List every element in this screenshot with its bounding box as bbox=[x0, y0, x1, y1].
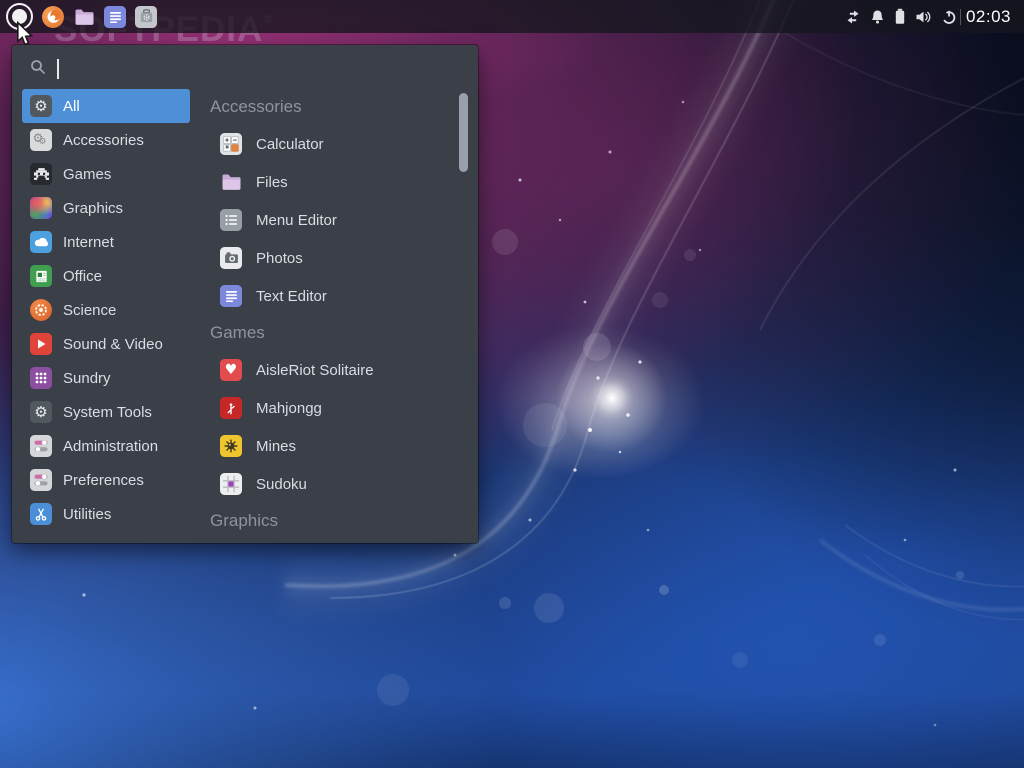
app-label: Mahjongg bbox=[256, 400, 322, 417]
heart-icon: ♥ bbox=[220, 359, 242, 381]
category-label: Office bbox=[63, 268, 102, 285]
panel-clock[interactable]: 02:03 bbox=[966, 7, 1011, 27]
app-item-text-editor[interactable]: Text Editor bbox=[198, 277, 460, 315]
volume-tray-icon[interactable] bbox=[915, 9, 932, 25]
category-item-office[interactable]: Office bbox=[22, 259, 190, 293]
category-item-system-tools[interactable]: ⚙ System Tools bbox=[22, 395, 190, 429]
sudoku-icon bbox=[220, 473, 242, 495]
software-launcher[interactable] bbox=[135, 6, 157, 28]
category-item-graphics[interactable]: Graphics bbox=[22, 191, 190, 225]
rainbow-icon bbox=[30, 197, 52, 219]
category-label: Preferences bbox=[63, 472, 144, 489]
invader-icon bbox=[30, 163, 52, 185]
mouse-cursor bbox=[16, 21, 35, 52]
category-item-preferences[interactable]: Preferences bbox=[22, 463, 190, 497]
network-tray-icon[interactable] bbox=[845, 9, 861, 25]
app-item-calculator[interactable]: Calculator bbox=[198, 125, 460, 163]
category-label: Administration bbox=[63, 438, 158, 455]
app-label: Files bbox=[256, 174, 288, 191]
app-list: Accessories Calculator Files Menu Editor Pho… bbox=[198, 89, 460, 539]
category-label: System Tools bbox=[63, 404, 152, 421]
category-label: Games bbox=[63, 166, 111, 183]
folder-icon bbox=[73, 6, 95, 28]
browser-launcher[interactable] bbox=[42, 6, 64, 28]
search-input[interactable] bbox=[30, 57, 59, 81]
category-item-games[interactable]: Games bbox=[22, 157, 190, 191]
document-icon bbox=[30, 265, 52, 287]
app-item-sudoku[interactable]: Sudoku bbox=[198, 465, 460, 503]
app-label: Text Editor bbox=[256, 288, 327, 305]
quick-launchers bbox=[42, 6, 157, 28]
app-label: Sudoku bbox=[256, 476, 307, 493]
toolbox-icon bbox=[135, 6, 157, 28]
app-label: Photos bbox=[256, 250, 303, 267]
mine-icon bbox=[220, 435, 242, 457]
section-header-graphics: Graphics bbox=[198, 503, 460, 539]
app-label: Mines bbox=[256, 438, 296, 455]
dots-grid-icon bbox=[30, 367, 52, 389]
sliders-icon bbox=[30, 435, 52, 457]
category-label: All bbox=[63, 98, 80, 115]
scissors-icon bbox=[30, 503, 52, 525]
gear-icon: ⚙ bbox=[30, 95, 52, 117]
category-item-internet[interactable]: Internet bbox=[22, 225, 190, 259]
play-icon bbox=[30, 333, 52, 355]
app-item-aisleriot-solitaire[interactable]: ♥ AisleRiot Solitaire bbox=[198, 351, 460, 389]
category-label: Internet bbox=[63, 234, 114, 251]
app-label: Menu Editor bbox=[256, 212, 337, 229]
category-item-administration[interactable]: Administration bbox=[22, 429, 190, 463]
sliders-icon bbox=[30, 469, 52, 491]
top-panel: 02:03 bbox=[0, 0, 1024, 33]
app-item-photos[interactable]: Photos bbox=[198, 239, 460, 277]
app-label: Calculator bbox=[256, 136, 324, 153]
app-item-files[interactable]: Files bbox=[198, 163, 460, 201]
tray-separator bbox=[960, 9, 961, 25]
text-lines-icon bbox=[104, 6, 126, 28]
category-label: Accessories bbox=[63, 132, 144, 149]
text-caret bbox=[57, 59, 59, 79]
menu-list-icon bbox=[220, 209, 242, 231]
app-label: AisleRiot Solitaire bbox=[256, 362, 374, 379]
power-tray-icon[interactable] bbox=[941, 9, 957, 25]
category-item-accessories[interactable]: ⚙⚙ Accessories bbox=[22, 123, 190, 157]
double-gear-icon: ⚙⚙ bbox=[30, 129, 52, 151]
folder-icon bbox=[220, 171, 242, 193]
category-item-sound-video[interactable]: Sound & Video bbox=[22, 327, 190, 361]
cloud-icon bbox=[30, 231, 52, 253]
category-label: Science bbox=[63, 302, 116, 319]
app-list-scrollbar[interactable] bbox=[459, 93, 468, 172]
mahjong-icon bbox=[220, 397, 242, 419]
atom-icon bbox=[30, 299, 52, 321]
category-item-utilities[interactable]: Utilities bbox=[22, 497, 190, 531]
desktop-screen: SOFTPEDIA® 02:03 ⚙All⚙⚙AccessoriesGamesG… bbox=[0, 0, 1024, 768]
calculator-icon bbox=[220, 133, 242, 155]
firefox-icon bbox=[42, 6, 64, 28]
app-item-mines[interactable]: Mines bbox=[198, 427, 460, 465]
category-label: Utilities bbox=[63, 506, 111, 523]
camera-icon bbox=[220, 247, 242, 269]
category-label: Graphics bbox=[63, 200, 123, 217]
file-manager-launcher[interactable] bbox=[73, 6, 95, 28]
app-item-mahjongg[interactable]: Mahjongg bbox=[198, 389, 460, 427]
system-tray bbox=[845, 8, 957, 25]
text-lines-icon bbox=[220, 285, 242, 307]
category-label: Sundry bbox=[63, 370, 111, 387]
category-label: Sound & Video bbox=[63, 336, 163, 353]
section-header-games: Games bbox=[198, 315, 460, 351]
app-item-menu-editor[interactable]: Menu Editor bbox=[198, 201, 460, 239]
category-list: ⚙ All ⚙⚙ Accessories Games Graphics Internet Of… bbox=[22, 89, 190, 531]
text-editor-launcher[interactable] bbox=[104, 6, 126, 28]
gear-icon: ⚙ bbox=[30, 401, 52, 423]
app-menu: ⚙ All ⚙⚙ Accessories Games Graphics Internet Of… bbox=[12, 45, 478, 543]
section-header-accessories: Accessories bbox=[198, 89, 460, 125]
category-item-science[interactable]: Science bbox=[22, 293, 190, 327]
notifications-tray-icon[interactable] bbox=[870, 9, 885, 25]
category-item-sundry[interactable]: Sundry bbox=[22, 361, 190, 395]
battery-tray-icon[interactable] bbox=[894, 8, 906, 25]
category-item-all[interactable]: ⚙ All bbox=[22, 89, 190, 123]
search-icon bbox=[30, 59, 46, 80]
